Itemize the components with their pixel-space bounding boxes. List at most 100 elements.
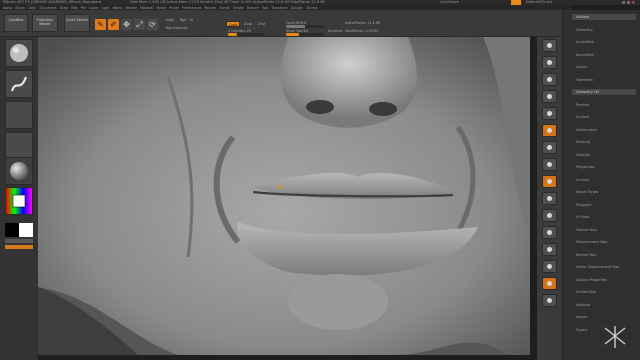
alpha-icon[interactable]	[5, 101, 33, 129]
active-points-readout: ActivePoints: 11.8 Mil	[345, 21, 381, 25]
polyf-icon[interactable]	[542, 260, 557, 273]
zoom-icon[interactable]	[542, 73, 557, 86]
tray-section-label: Subtool	[576, 15, 589, 19]
edit-mode-button[interactable]: ✎	[95, 19, 106, 30]
scale-mode-button[interactable]: ⤢	[134, 19, 145, 30]
aahalf-dot	[547, 111, 552, 116]
total-points-readout: TotalPoints: 11.8 Mil	[345, 29, 378, 33]
mrgb-toggle[interactable]: Mrgb	[166, 18, 174, 22]
sculpt-viewport[interactable]	[38, 37, 530, 355]
scroll-dot	[547, 60, 552, 65]
primary-color-swatch[interactable]	[5, 223, 19, 237]
tray-item-morph-target[interactable]: Morph Target	[576, 190, 598, 194]
transp-icon[interactable]	[542, 277, 557, 290]
color-picker[interactable]	[5, 187, 33, 215]
focal-shift-slider[interactable]	[286, 25, 324, 28]
tray-item-polygroups[interactable]: Polygroups	[576, 165, 595, 169]
bpr-icon[interactable]	[542, 39, 557, 52]
sculpt-render	[38, 37, 530, 355]
m-toggle[interactable]: M	[190, 18, 193, 22]
lsym-dot	[547, 179, 552, 184]
zcut-button[interactable]: Zcut	[258, 22, 265, 26]
tray-item-deformation[interactable]: Deformation	[576, 128, 597, 132]
close-icon[interactable]	[632, 1, 635, 4]
sphere-brush-icon[interactable]	[5, 39, 33, 67]
frame-dot	[547, 196, 552, 201]
minimize-icon[interactable]	[622, 1, 625, 4]
move-dot	[547, 213, 552, 218]
scroll-icon[interactable]	[542, 56, 557, 69]
rotate-icon[interactable]	[542, 243, 557, 256]
tray-item-uv-map[interactable]: UV Map	[576, 215, 589, 219]
tray-item-initialize[interactable]: Initialize	[576, 303, 590, 307]
tray-item-texture-map[interactable]: Texture Map	[576, 228, 597, 232]
frame-icon[interactable]	[542, 192, 557, 205]
persp-icon[interactable]	[542, 124, 557, 137]
tray-item-surface[interactable]: Surface	[576, 115, 589, 119]
zbrush-logo-icon	[604, 326, 626, 348]
material-icon[interactable]	[5, 157, 33, 185]
tray-item-fibermesh[interactable]: FiberMesh	[576, 78, 593, 82]
draw-mode-button[interactable]: ✐	[108, 19, 119, 30]
z-intensity-fill	[228, 33, 237, 36]
z-intensity-slider[interactable]	[228, 33, 264, 36]
tray-item-vector-displacement-map[interactable]: Vector Displacement Map	[576, 265, 619, 269]
tray-item-export[interactable]: Export	[576, 328, 587, 332]
tray-item-masking[interactable]: Masking	[576, 140, 590, 144]
actual-dot	[547, 94, 552, 99]
tray-item-unified-skin[interactable]: Unified Skin	[576, 290, 596, 294]
bpr-dot	[547, 43, 552, 48]
stroke-icon[interactable]	[5, 70, 33, 98]
tray-item-geometry[interactable]: Geometry	[576, 28, 593, 32]
tray-item-visibility[interactable]: Visibility	[576, 153, 590, 157]
tray-section-geometry-hd[interactable]: Geometry HD	[572, 89, 636, 95]
scale-dot	[547, 230, 552, 235]
move-mode-button[interactable]: ✥	[121, 19, 132, 30]
tray-item-import[interactable]: Import	[576, 315, 587, 319]
quick-sketch-button[interactable]: Quick Sketch	[64, 14, 90, 32]
lsym-icon[interactable]	[542, 175, 557, 188]
zadd-button[interactable]: Zadd	[226, 21, 240, 27]
tray-item-display-properties[interactable]: Display Properties	[576, 278, 607, 282]
tray-item-arraymesh[interactable]: ArrayMesh	[576, 40, 594, 44]
tray-item-polypaint[interactable]: Polypaint	[576, 203, 592, 207]
secondary-color-swatch[interactable]	[19, 223, 33, 237]
local-icon[interactable]	[542, 158, 557, 171]
zsub-button[interactable]: Zsub	[244, 22, 252, 26]
rgb-intensity-label: Rgb Intensity	[166, 26, 188, 30]
actual-icon[interactable]	[542, 90, 557, 103]
solo-dot	[547, 298, 552, 303]
draw-size-slider[interactable]	[286, 33, 324, 36]
tray-item-contact[interactable]: Contact	[576, 178, 589, 182]
top-shelf: LightBox Projection Master Quick Sketch …	[0, 10, 572, 37]
tray-item-layers[interactable]: Layers	[576, 65, 587, 69]
aahalf-icon[interactable]	[542, 107, 557, 120]
polyf-dot	[547, 264, 552, 269]
local-dot	[547, 162, 552, 167]
right-tray: Subtool Geometry ArrayMesh NanoMesh Layers Fi…	[562, 10, 640, 360]
tray-item-preview[interactable]: Preview	[576, 103, 589, 107]
floor-icon[interactable]	[542, 141, 557, 154]
projection-master-button[interactable]: Projection Master	[32, 14, 58, 32]
persp-dot	[547, 128, 552, 133]
tray-item-nanomesh[interactable]: NanoMesh	[576, 53, 594, 57]
tray-section-subtool[interactable]: Subtool	[572, 14, 636, 20]
switch-color-button[interactable]	[5, 239, 33, 243]
rotate-mode-button[interactable]: ⟳	[147, 19, 158, 30]
texture-icon[interactable]	[5, 132, 33, 160]
maximize-icon[interactable]	[627, 1, 630, 4]
floor-dot	[547, 145, 552, 150]
scale-icon[interactable]	[542, 226, 557, 239]
zoom-dot	[547, 77, 552, 82]
transp-dot	[547, 281, 552, 286]
solo-icon[interactable]	[542, 294, 557, 307]
tray-item-displacement-map[interactable]: Displacement Map	[576, 240, 608, 244]
tray-section-label: Geometry HD	[576, 90, 600, 94]
alternate-color-button[interactable]	[5, 245, 33, 249]
tray-item-normal-map[interactable]: Normal Map	[576, 253, 597, 257]
move-icon[interactable]	[542, 209, 557, 222]
rgb-toggle[interactable]: Rgb	[180, 18, 186, 22]
lightbox-button[interactable]: LightBox	[4, 14, 28, 32]
focal-shift-fill	[286, 25, 305, 28]
dynamic-toggle[interactable]: Dynamic	[328, 29, 343, 33]
